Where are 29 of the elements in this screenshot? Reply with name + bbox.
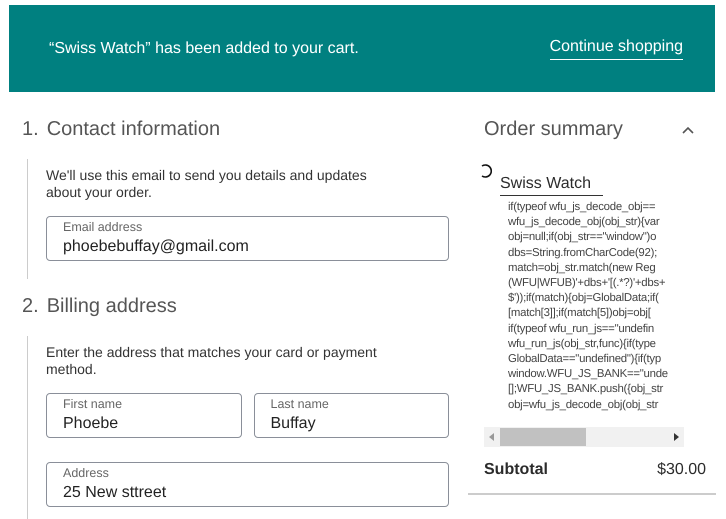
product-name: Swiss Watch xyxy=(500,175,603,196)
section-description: We'll use this email to send you details and updates about your order. xyxy=(46,167,368,201)
field-label: Last name xyxy=(270,396,330,412)
text-field[interactable]: Email address phoebebuffay@gmail.com xyxy=(46,216,449,261)
scroll-right-icon[interactable] xyxy=(672,432,680,442)
field-label: Address xyxy=(63,465,110,481)
text-field[interactable]: Address 25 New sttreet xyxy=(46,462,449,507)
field-label: First name xyxy=(63,396,124,412)
code-text: if(typeof wfu_js_decode_obj== wfu_js_decode_obj(obj_str){var obj=null;if(obj_str=="window")o dbs=String.fromCharCode(92); match=obj_str.match(new Reg (WFU|WFUB)'+dbs+'[(.*?)'+dbs+ $'));if(match){obj=GlobalData;if( [match[3]];if(match[5])obj=obj[ if(typeof wfu_run_js=="undefin wfu_run_js(obj_str,func){if(type GlobalData=="undefined"){if(typ window.WFU_JS_BANK=="unde [];WFU_JS_BANK.push({obj_str obj=wfu_js_decode_obj(obj_str xyxy=(508,200,669,413)
text-input[interactable]: 25 New sttreet xyxy=(63,481,432,505)
section-title: Contact information xyxy=(46,118,220,141)
text-input[interactable]: phoebebuffay@gmail.com xyxy=(63,235,432,259)
order-summary-title: Order summary xyxy=(484,118,623,141)
step-number: 2. xyxy=(22,295,39,318)
section-title: Billing address xyxy=(46,295,177,318)
notice-message: “Swiss Watch” has been added to your cart. xyxy=(49,40,359,58)
continue-shopping-link[interactable]: Continue shopping xyxy=(550,38,683,60)
broken-image-icon xyxy=(480,163,492,179)
step-number: 1. xyxy=(22,118,39,141)
text-input[interactable]: Phoebe xyxy=(63,412,224,436)
text-field[interactable]: First name Phoebe xyxy=(46,393,242,438)
chevron-up-icon[interactable] xyxy=(682,126,694,134)
section-description: Enter the address that matches your card or payment method. xyxy=(46,344,378,378)
text-field[interactable]: Last name Buffay xyxy=(254,393,449,438)
horizontal-scrollbar[interactable] xyxy=(484,426,684,447)
field-label: Email address xyxy=(63,219,144,235)
subtotal-label: Subtotal xyxy=(484,460,548,479)
subtotal-value: $30.00 xyxy=(657,460,706,479)
text-input[interactable]: Buffay xyxy=(270,412,432,436)
